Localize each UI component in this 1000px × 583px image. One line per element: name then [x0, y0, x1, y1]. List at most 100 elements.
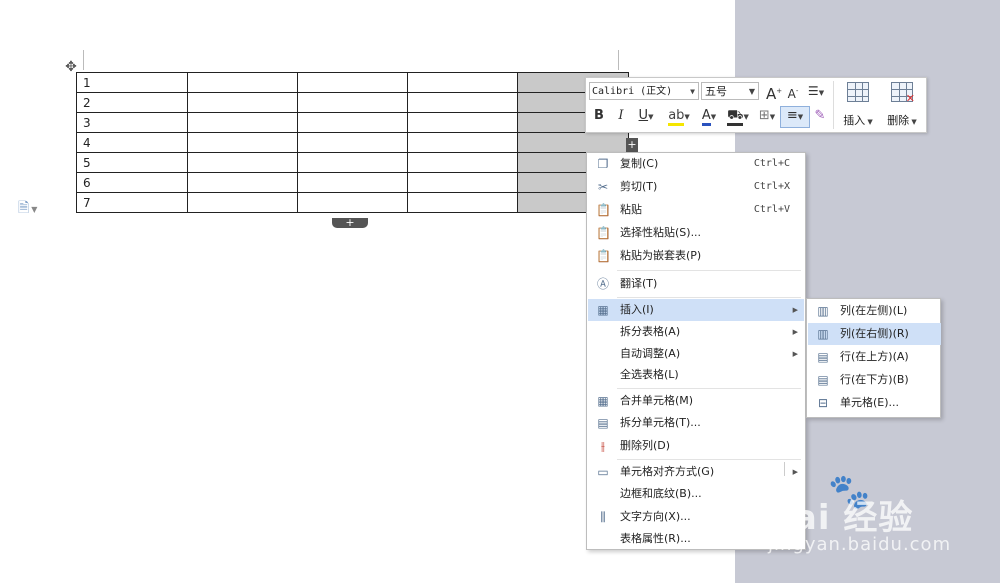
chevron-right-icon: ▶ [792, 350, 798, 358]
table-cell[interactable] [407, 112, 518, 133]
shrink-font-button[interactable]: A- [786, 82, 800, 103]
menu-item-cell-alignment[interactable]: ▭ 单元格对齐方式(G) ▶ [588, 461, 804, 483]
cell-align-icon: ▭ [597, 465, 609, 479]
delete-button[interactable]: ✕ 删除 ▼ [882, 80, 922, 130]
menu-item-autofit[interactable]: 自动调整(A) ▶ [588, 343, 804, 365]
menu-item-shortcut: Ctrl+C [753, 158, 790, 169]
submenu-divider [784, 462, 785, 476]
menu-item-cut[interactable]: ✂ 剪切(T) Ctrl+X [588, 176, 804, 198]
table-cell[interactable]: 3 [76, 112, 188, 133]
add-column-button[interactable]: + [626, 138, 638, 152]
menu-item-translate[interactable]: Ⓐ 翻译(T) [588, 273, 804, 295]
menu-item-paste-special[interactable]: 📋 选择性粘贴(S)... [588, 222, 804, 244]
menu-item-label: 列(在左侧)(L) [840, 304, 908, 317]
table-cell[interactable] [407, 92, 518, 113]
underline-button[interactable]: U▼ [634, 107, 658, 126]
table-cell[interactable] [407, 172, 518, 193]
chevron-down-icon: ▼ [710, 113, 717, 121]
italic-button[interactable]: I [614, 107, 628, 125]
menu-item-split-cells[interactable]: ▤ 拆分单元格(T)... [588, 412, 804, 434]
table-cell[interactable] [297, 152, 408, 173]
menu-item-paste[interactable]: 📋 粘贴 Ctrl+V [588, 199, 804, 221]
align-button[interactable]: ≡▼ [780, 106, 810, 128]
menu-item-shortcut: Ctrl+X [753, 181, 790, 192]
table-cell[interactable] [187, 132, 298, 153]
table-cell[interactable]: 4 [76, 132, 188, 153]
bold-button[interactable]: B [592, 107, 606, 125]
menu-item-delete-column[interactable]: ⫲ 删除列(D) [588, 435, 804, 457]
table-row: 2 [76, 92, 629, 113]
table-cell[interactable]: 6 [76, 172, 188, 193]
table-row: 7 [76, 192, 629, 213]
table-cell[interactable] [297, 172, 408, 193]
table-cell[interactable]: 1 [76, 72, 188, 93]
borders-icon: ⊞ [758, 108, 770, 123]
table-cell[interactable]: 7 [76, 192, 188, 213]
menu-item-insert[interactable]: ▦ 插入(I) ▶ [588, 299, 804, 321]
menu-item-label: 自动调整(A) [620, 347, 681, 360]
table-cell[interactable] [407, 132, 518, 153]
insert-submenu: ▥ 列(在左侧)(L) ▥ 列(在右侧)(R) ▤ 行(在上方)(A) ▤ 行(在下方)… [806, 298, 941, 418]
shading-button[interactable]: ⛟▼ [724, 107, 752, 126]
add-row-button[interactable]: + [332, 217, 368, 228]
menu-item-label: 拆分单元格(T)... [620, 416, 701, 429]
table-cell[interactable] [187, 112, 298, 133]
font-size-value: 五号 [705, 85, 727, 98]
submenu-item-row-below[interactable]: ▤ 行(在下方)(B) [808, 369, 941, 391]
menu-item-select-table[interactable]: 全选表格(L) [588, 364, 804, 386]
chevron-right-icon: ▶ [792, 468, 798, 476]
table-cell[interactable] [297, 132, 408, 153]
chevron-right-icon: ▶ [792, 306, 798, 314]
table-cell[interactable] [187, 72, 298, 93]
table-cell[interactable] [187, 92, 298, 113]
insert-column-right-icon: ▥ [817, 327, 829, 341]
font-size-select[interactable]: 五号 ▼ [701, 82, 759, 100]
font-color-button[interactable]: A▼ [696, 107, 722, 126]
eraser-button[interactable]: ✎ [811, 107, 829, 125]
table-cell[interactable]: 2 [76, 92, 188, 113]
table-cell[interactable] [407, 192, 518, 213]
font-name-select[interactable]: Calibri (正文) ▼ [589, 82, 699, 100]
highlight-button[interactable]: ab▼ [664, 107, 694, 126]
watermark-url: jingyan.baidu.com [768, 534, 952, 555]
table-cell[interactable] [187, 152, 298, 173]
menu-item-split-table[interactable]: 拆分表格(A) ▶ [588, 321, 804, 343]
insert-button[interactable]: 插入 ▼ [838, 80, 878, 130]
table-cell[interactable] [187, 172, 298, 193]
document-table[interactable]: 1 2 3 4 5 6 7 [76, 72, 629, 213]
align-center-icon: ≡ [786, 108, 798, 123]
table-cell[interactable] [407, 72, 518, 93]
borders-button[interactable]: ⊞▼ [754, 107, 780, 126]
eraser-icon: ✎ [814, 108, 826, 123]
menu-item-label: 全选表格(L) [620, 368, 679, 381]
submenu-item-cell[interactable]: ⊟ 单元格(E)... [808, 392, 941, 414]
table-cell[interactable] [297, 192, 408, 213]
menu-item-label: 文字方向(X)... [620, 510, 691, 523]
table-cell[interactable]: 5 [76, 152, 188, 173]
table-cell[interactable] [297, 112, 408, 133]
table-row: 1 [76, 72, 629, 93]
font-name-value: Calibri (正文) [592, 86, 673, 97]
table-cell[interactable] [297, 92, 408, 113]
chevron-down-icon: ▼ [743, 113, 749, 121]
line-spacing-button[interactable]: ☰▼ [804, 82, 828, 102]
submenu-item-row-above[interactable]: ▤ 行(在上方)(A) [808, 346, 941, 368]
menu-item-copy[interactable]: ❐ 复制(C) Ctrl+C [588, 153, 804, 175]
merge-cells-icon: ▦ [597, 394, 609, 408]
grow-font-button[interactable]: A+ [766, 82, 782, 103]
menu-item-label: 翻译(T) [620, 277, 658, 290]
table-cell[interactable] [297, 72, 408, 93]
table-cell[interactable] [187, 192, 298, 213]
menu-item-label: 粘贴 [620, 203, 642, 216]
chevron-down-icon: ▼ [797, 113, 804, 121]
margin-marker [83, 50, 84, 70]
table-cell[interactable] [407, 152, 518, 173]
table-cell-selected[interactable] [517, 132, 629, 153]
menu-item-paste-nested-table[interactable]: 📋 粘贴为嵌套表(P) [588, 245, 804, 267]
submenu-item-column-left[interactable]: ▥ 列(在左侧)(L) [808, 300, 941, 322]
grow-font-icon: A [766, 85, 777, 103]
chevron-down-icon: ▼ [748, 87, 755, 96]
menu-item-merge-cells[interactable]: ▦ 合并单元格(M) [588, 390, 804, 412]
submenu-item-column-right[interactable]: ▥ 列(在右侧)(R) [808, 323, 941, 345]
document-icon[interactable]: 🗎 ▼ [18, 197, 37, 221]
